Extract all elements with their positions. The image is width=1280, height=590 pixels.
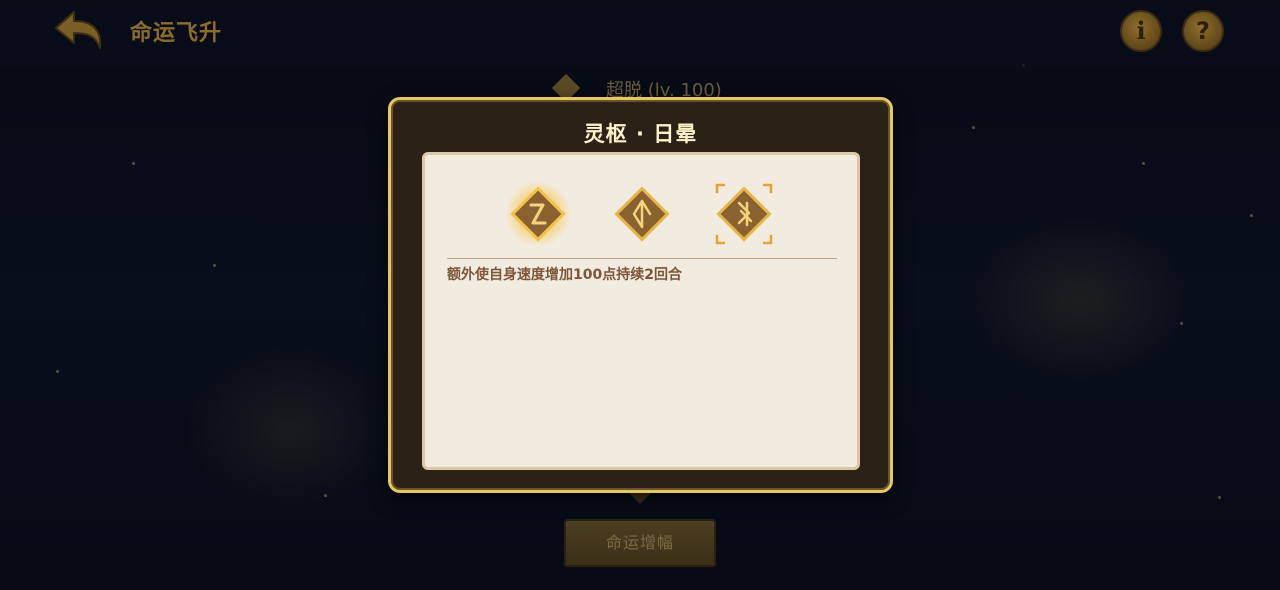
- rune-bolt-icon[interactable]: [711, 181, 777, 247]
- help-button[interactable]: ?: [1182, 10, 1224, 52]
- rune-detail-panel: 额外使自身速度增加100点持续2回合: [422, 152, 860, 470]
- rune-z-icon[interactable]: [505, 181, 571, 247]
- divider: [447, 258, 837, 259]
- info-button[interactable]: i: [1120, 10, 1162, 52]
- back-arrow-icon: [55, 11, 102, 49]
- modal-title: 灵枢 · 日晕: [583, 122, 698, 146]
- back-button[interactable]: [52, 8, 106, 52]
- rune-detail-modal: 灵枢 · 日晕 额外使自身速度增加100点持续2回合: [388, 97, 893, 493]
- rune-split-icon[interactable]: [609, 181, 675, 247]
- page-title: 命运飞升: [130, 21, 223, 46]
- fate-amplify-button[interactable]: 命运增幅: [564, 519, 716, 567]
- rune-description: 额外使自身速度增加100点持续2回合: [447, 267, 682, 283]
- top-bar: 命运飞升 i ?: [0, 0, 1280, 68]
